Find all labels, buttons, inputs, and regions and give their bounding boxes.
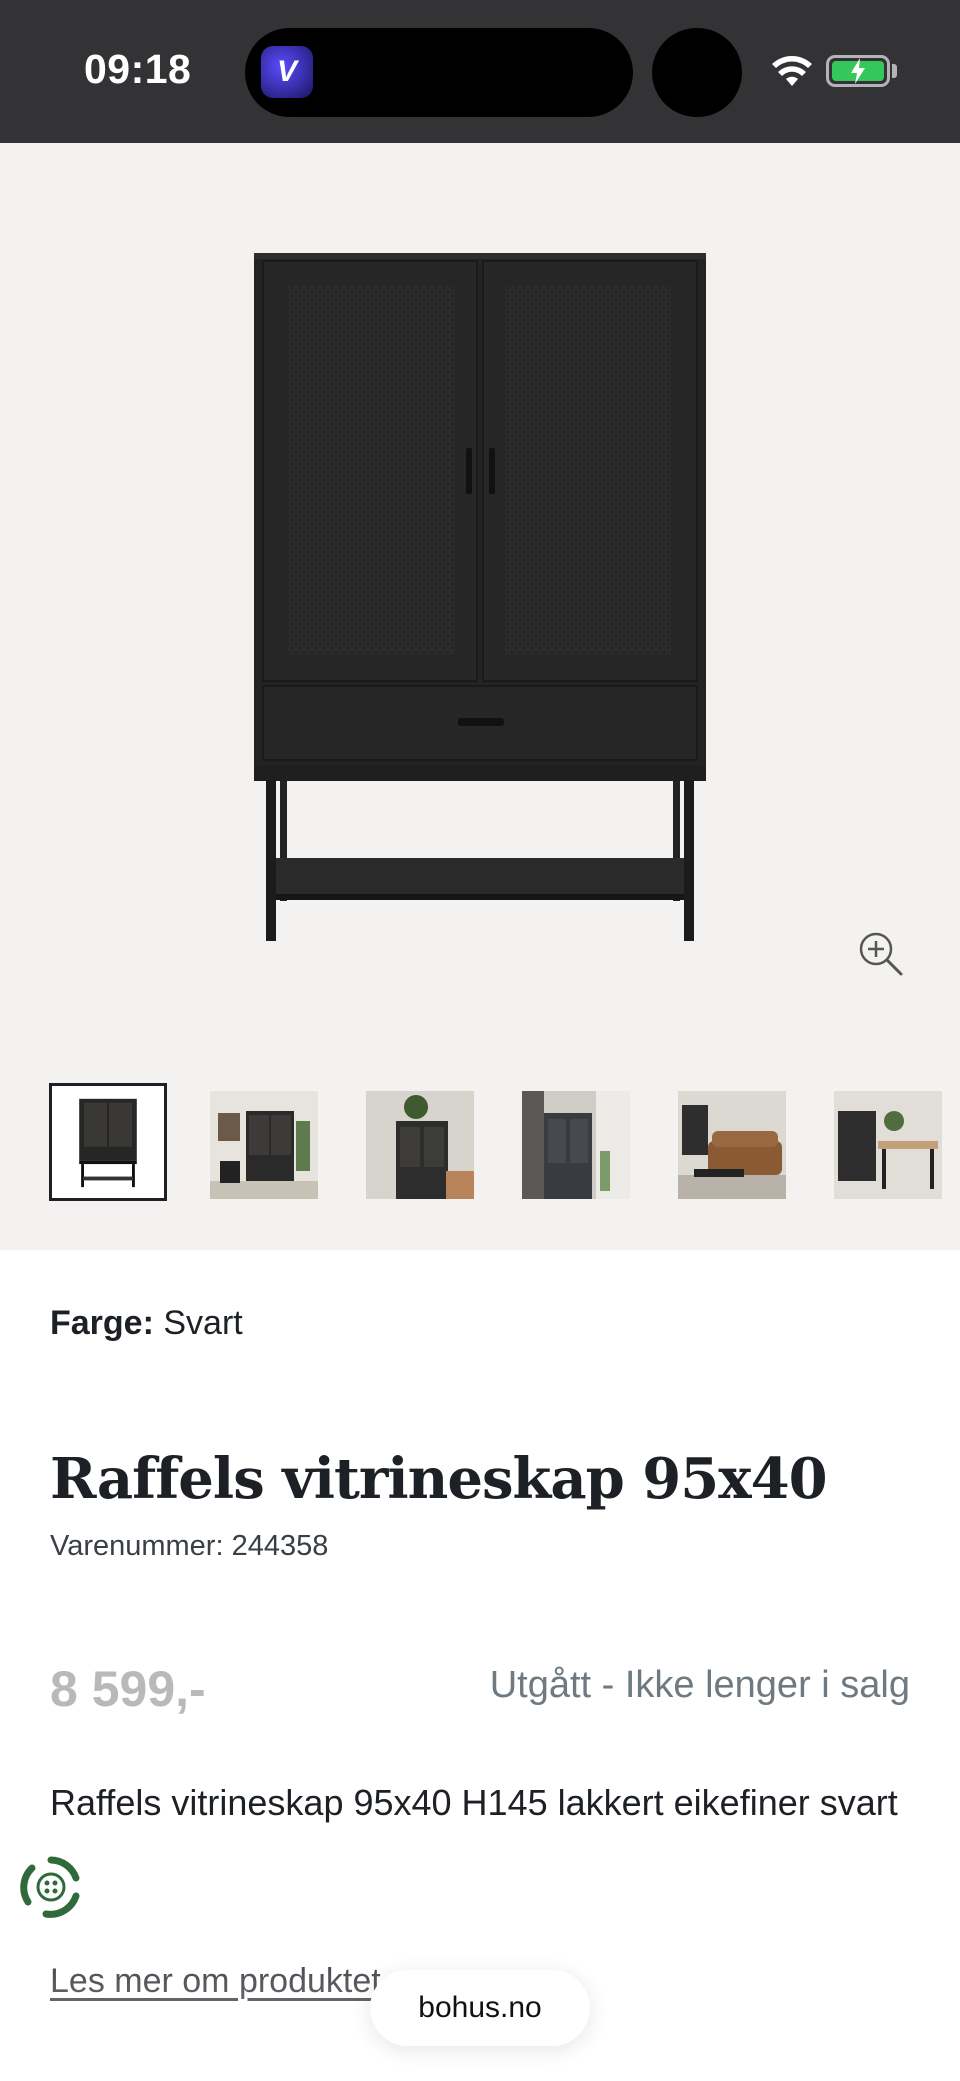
recycle-icon[interactable]: [16, 1852, 86, 1922]
status-bar: 09:18 V: [0, 0, 960, 143]
product-sku: Varenummer: 244358: [50, 1530, 329, 1562]
product-description: Raffels vitrineskap 95x40 H145 lakkert e…: [50, 1782, 898, 1823]
thumbnail-room-1[interactable]: [210, 1091, 318, 1199]
dynamic-island: V: [245, 28, 633, 117]
read-more-link[interactable]: Les mer om produktet: [50, 1962, 381, 2001]
url-bar-pill[interactable]: bohus.no: [370, 1970, 590, 2046]
camera-pill: [652, 28, 742, 117]
cabinet-product-image[interactable]: [240, 248, 720, 948]
product-price: 8 599,-: [50, 1661, 206, 1717]
browser-app-icon: V: [261, 46, 313, 98]
battery-charging-icon: [826, 55, 890, 87]
thumbnail-product-front[interactable]: [49, 1083, 167, 1201]
color-value: Svart: [163, 1304, 243, 1342]
color-selection: Farge: Svart: [50, 1304, 243, 1343]
zoom-in-icon[interactable]: [856, 929, 906, 979]
availability-status: Utgått - Ikke lenger i salg: [489, 1664, 910, 1706]
product-title: Raffels vitrineskap 95x40: [50, 1446, 828, 1512]
wifi-icon: [772, 56, 812, 86]
thumbnail-strip: [0, 1083, 960, 1201]
thumbnail-room-4[interactable]: [678, 1091, 786, 1199]
thumbnail-room-5[interactable]: [834, 1091, 942, 1199]
status-time: 09:18: [84, 46, 192, 92]
product-gallery: [0, 143, 960, 1250]
thumbnail-room-3[interactable]: [522, 1091, 630, 1199]
battery-cap: [892, 64, 897, 78]
color-label: Farge:: [50, 1304, 154, 1342]
thumbnail-room-2[interactable]: [366, 1091, 474, 1199]
